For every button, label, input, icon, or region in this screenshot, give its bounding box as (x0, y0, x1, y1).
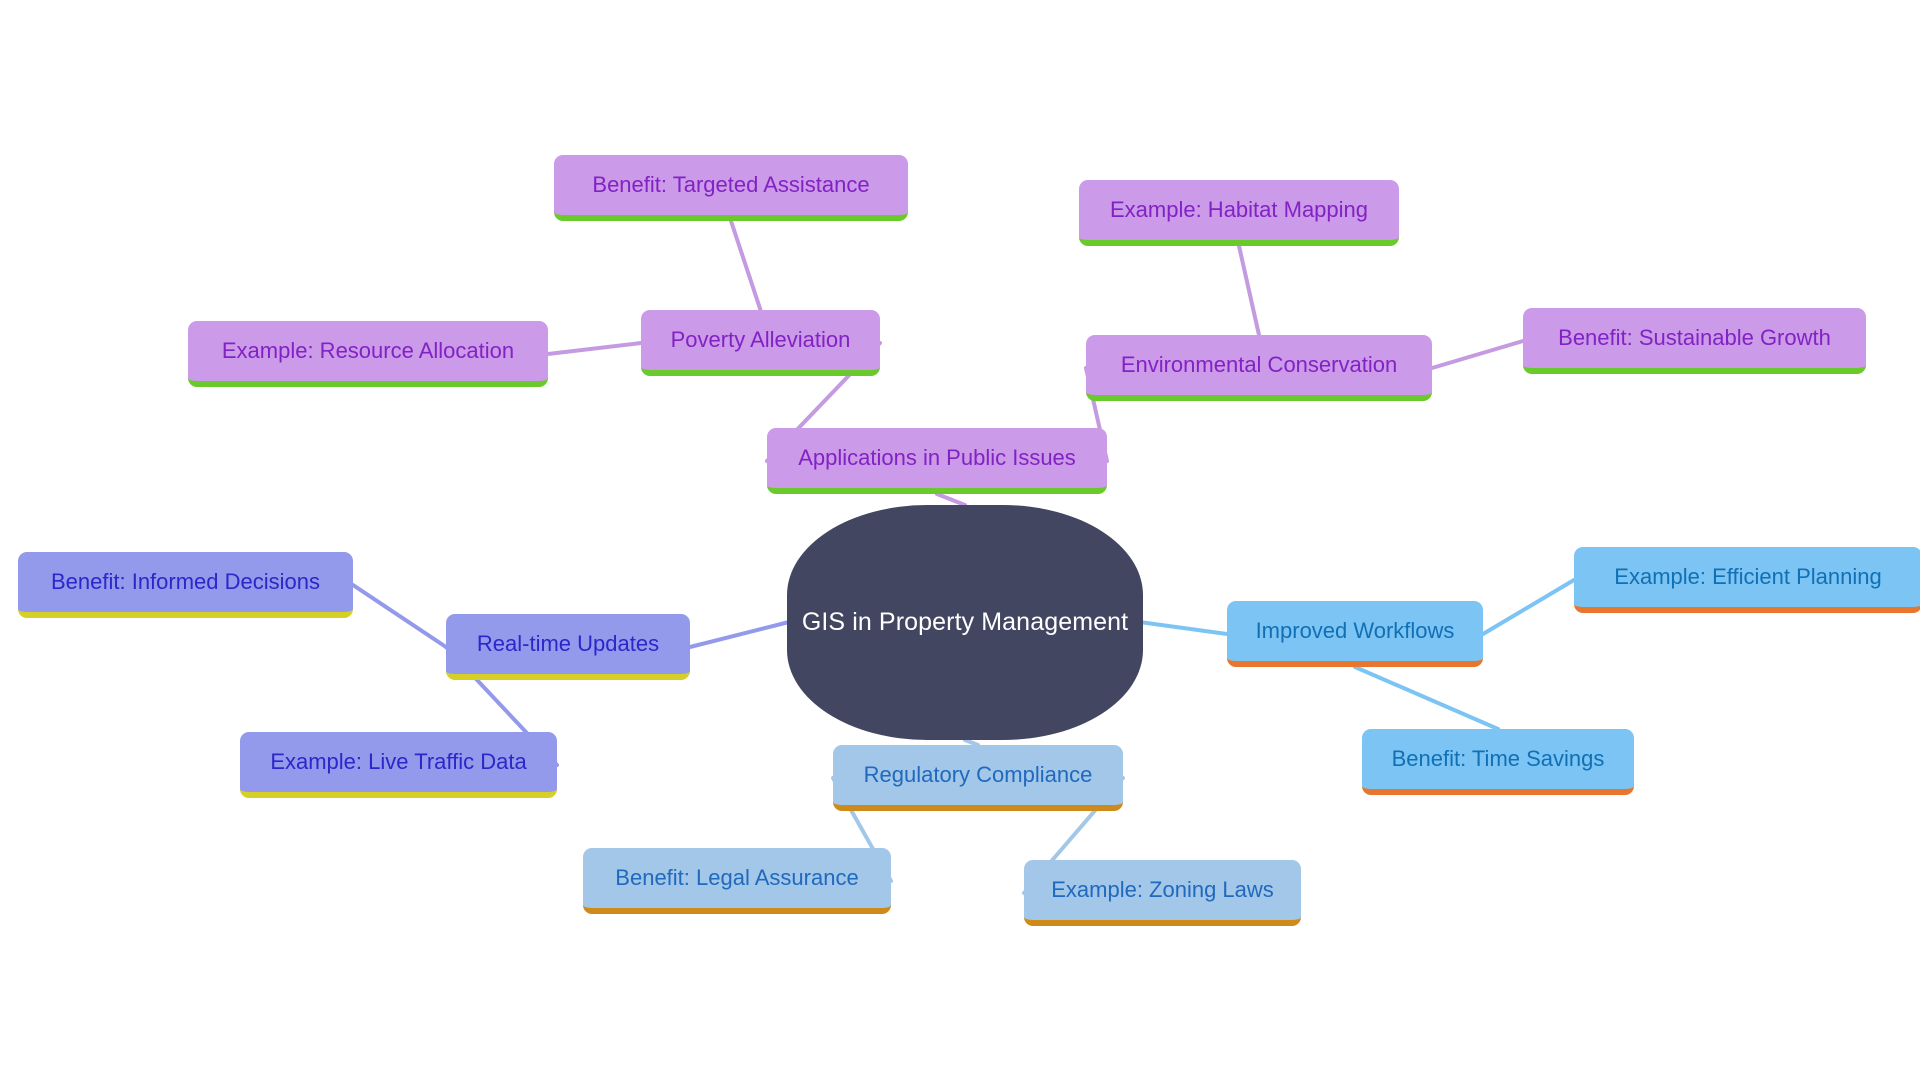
mindmap-node-informed[interactable]: Benefit: Informed Decisions (18, 552, 353, 618)
node-label: Applications in Public Issues (798, 444, 1076, 470)
mindmap-node-realtime[interactable]: Real-time Updates (446, 614, 690, 680)
mindmap-edge-workflows-to-timesave (1353, 665, 1500, 731)
node-label: Improved Workflows (1255, 617, 1455, 643)
mindmap-node-targeted[interactable]: Benefit: Targeted Assistance (554, 155, 908, 221)
node-label: Benefit: Time Savings (1391, 745, 1605, 771)
node-label: Example: Efficient Planning (1614, 563, 1882, 589)
mindmap-edge-root-to-workflows (1141, 620, 1229, 636)
mindmap-node-planning[interactable]: Example: Efficient Planning (1574, 547, 1920, 613)
node-label: Benefit: Legal Assurance (615, 864, 859, 890)
mindmap-root-node[interactable]: GIS in Property Management (787, 505, 1143, 740)
mindmap-edge-poverty-to-targeted (729, 219, 763, 312)
node-label: Example: Resource Allocation (221, 337, 515, 363)
node-label: Benefit: Sustainable Growth (1558, 324, 1831, 350)
mindmap-edge-environment-to-habitat (1237, 244, 1261, 337)
node-label: Benefit: Informed Decisions (50, 568, 321, 594)
mindmap-edge-root-to-realtime (688, 620, 789, 649)
mindmap-node-zoning[interactable]: Example: Zoning Laws (1024, 860, 1301, 926)
mindmap-edge-poverty-to-resource (546, 341, 643, 356)
node-label: Regulatory Compliance (863, 761, 1093, 787)
node-label: Example: Habitat Mapping (1109, 196, 1369, 222)
mindmap-edge-root-to-apps (935, 492, 967, 507)
node-label: Environmental Conservation (1120, 351, 1398, 377)
node-label: Benefit: Targeted Assistance (592, 171, 870, 197)
mindmap-node-environment[interactable]: Environmental Conservation (1086, 335, 1432, 401)
mindmap-node-growth[interactable]: Benefit: Sustainable Growth (1523, 308, 1866, 374)
mindmap-node-regulatory[interactable]: Regulatory Compliance (833, 745, 1123, 811)
mindmap-edge-environment-to-growth (1430, 339, 1525, 370)
mindmap-edge-realtime-to-informed (351, 583, 448, 649)
node-label: Example: Live Traffic Data (270, 748, 527, 774)
node-label: GIS in Property Management (801, 607, 1129, 636)
node-label: Real-time Updates (476, 630, 660, 656)
mindmap-node-habitat[interactable]: Example: Habitat Mapping (1079, 180, 1399, 246)
mindmap-node-timesave[interactable]: Benefit: Time Savings (1362, 729, 1634, 795)
mindmap-edge-workflows-to-planning (1481, 578, 1576, 636)
mindmap-node-apps[interactable]: Applications in Public Issues (767, 428, 1107, 494)
mindmap-node-poverty[interactable]: Poverty Alleviation (641, 310, 880, 376)
node-label: Poverty Alleviation (670, 326, 851, 352)
mindmap-node-workflows[interactable]: Improved Workflows (1227, 601, 1483, 667)
node-label: Example: Zoning Laws (1051, 876, 1274, 902)
mindmap-canvas: GIS in Property Management Applications i… (0, 0, 1920, 1080)
mindmap-node-legal[interactable]: Benefit: Legal Assurance (583, 848, 891, 914)
mindmap-node-traffic[interactable]: Example: Live Traffic Data (240, 732, 557, 798)
mindmap-node-resource[interactable]: Example: Resource Allocation (188, 321, 548, 387)
